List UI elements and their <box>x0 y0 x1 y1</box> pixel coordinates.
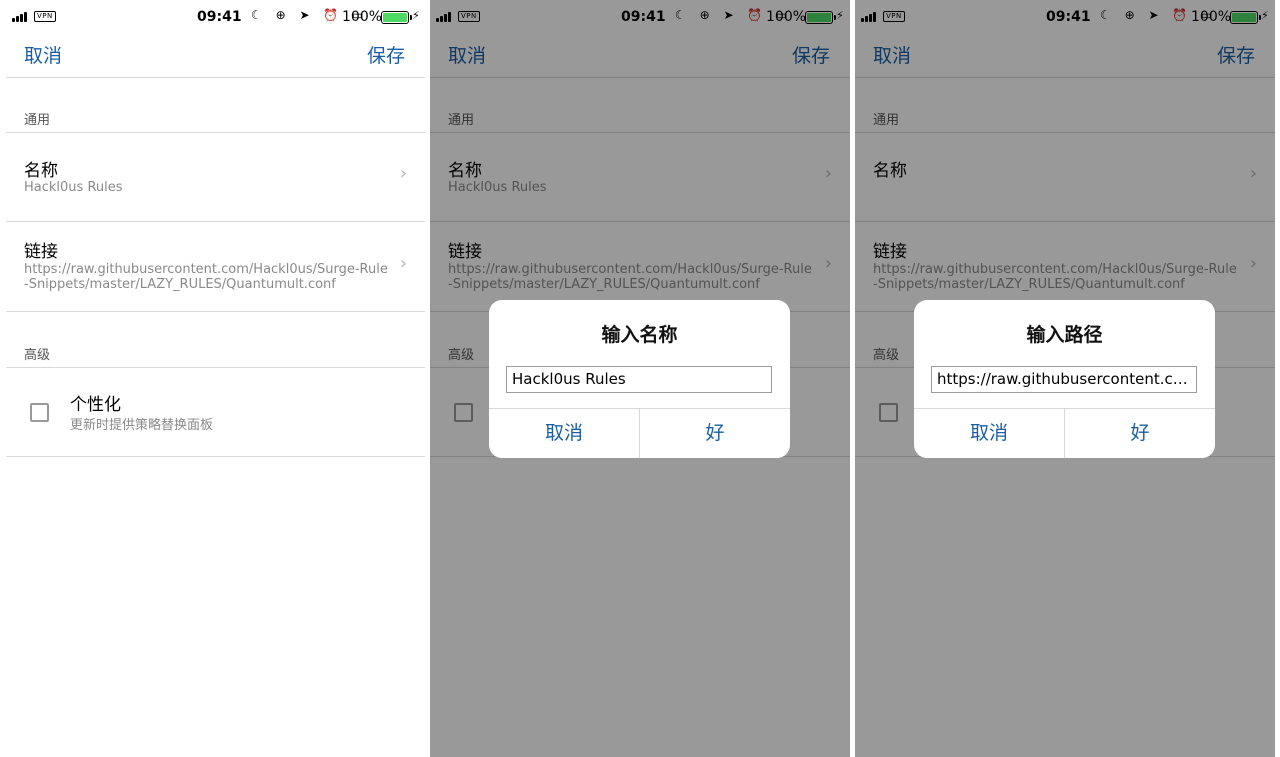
screen-edit-path-dialog: VPN 09:41 ☾ ⊕ ➤ ⏰ ▭ 100% ⚡ 取消 保存 通用 名称 ›… <box>855 0 1275 757</box>
cancel-button[interactable]: 取消 <box>24 41 62 68</box>
status-bar: VPN 09:41 ☾ ⊕ ➤ ⏰ ▭ 100% ⚡ <box>6 0 425 34</box>
dialog-cancel-button[interactable]: 取消 <box>914 409 1064 458</box>
screen-edit-name-dialog: VPN 09:41 ☾ ⊕ ➤ ⏰ ▭ 100% ⚡ 取消 保存 通用 名称 H… <box>430 0 850 757</box>
chevron-right-icon: › <box>399 253 407 274</box>
divider <box>6 132 425 133</box>
section-header-advanced: 高级 <box>24 348 51 363</box>
input-path-dialog: 输入路径 https://raw.githubusercontent.com/.… <box>914 300 1215 458</box>
divider <box>6 367 425 368</box>
link-value-line1: https://raw.githubusercontent.com/Hackl0… <box>24 262 388 277</box>
dialog-title: 输入路径 <box>1026 324 1103 346</box>
dialog-cancel-button[interactable]: 取消 <box>489 409 639 458</box>
dialog-title: 输入名称 <box>601 324 678 346</box>
path-input[interactable]: https://raw.githubusercontent.com/... <box>931 366 1197 393</box>
name-input[interactable]: Hackl0us Rules <box>506 366 772 393</box>
battery-percent: 100% <box>342 9 383 25</box>
charging-icon: ⚡ <box>412 9 420 22</box>
link-label: 链接 <box>24 242 58 262</box>
personalize-title: 个性化 <box>70 395 121 415</box>
vpn-badge: VPN <box>34 11 56 22</box>
name-value: Hackl0us Rules <box>24 180 123 195</box>
divider <box>6 311 425 312</box>
save-button[interactable]: 保存 <box>367 41 405 68</box>
personalize-checkbox[interactable] <box>30 403 49 422</box>
dialog-ok-button[interactable]: 好 <box>640 409 790 458</box>
chevron-right-icon: › <box>399 163 407 184</box>
personalize-subtitle: 更新时提供策略替换面板 <box>70 418 214 433</box>
divider <box>6 221 425 222</box>
divider <box>6 456 425 457</box>
link-value-line2: -Snippets/master/LAZY_RULES/Quantumult.c… <box>24 277 336 292</box>
name-label: 名称 <box>24 161 58 181</box>
dialog-ok-button[interactable]: 好 <box>1065 409 1215 458</box>
battery-icon <box>381 11 412 24</box>
input-name-dialog: 输入名称 Hackl0us Rules 取消 好 <box>489 300 790 458</box>
section-header-general: 通用 <box>24 113 51 128</box>
clock: 09:41 <box>197 9 242 25</box>
screen-edit-rule: VPN 09:41 ☾ ⊕ ➤ ⏰ ▭ 100% ⚡ 取消 保存 通用 名称 H… <box>0 0 425 757</box>
nav-bar: 取消 保存 <box>6 34 425 78</box>
